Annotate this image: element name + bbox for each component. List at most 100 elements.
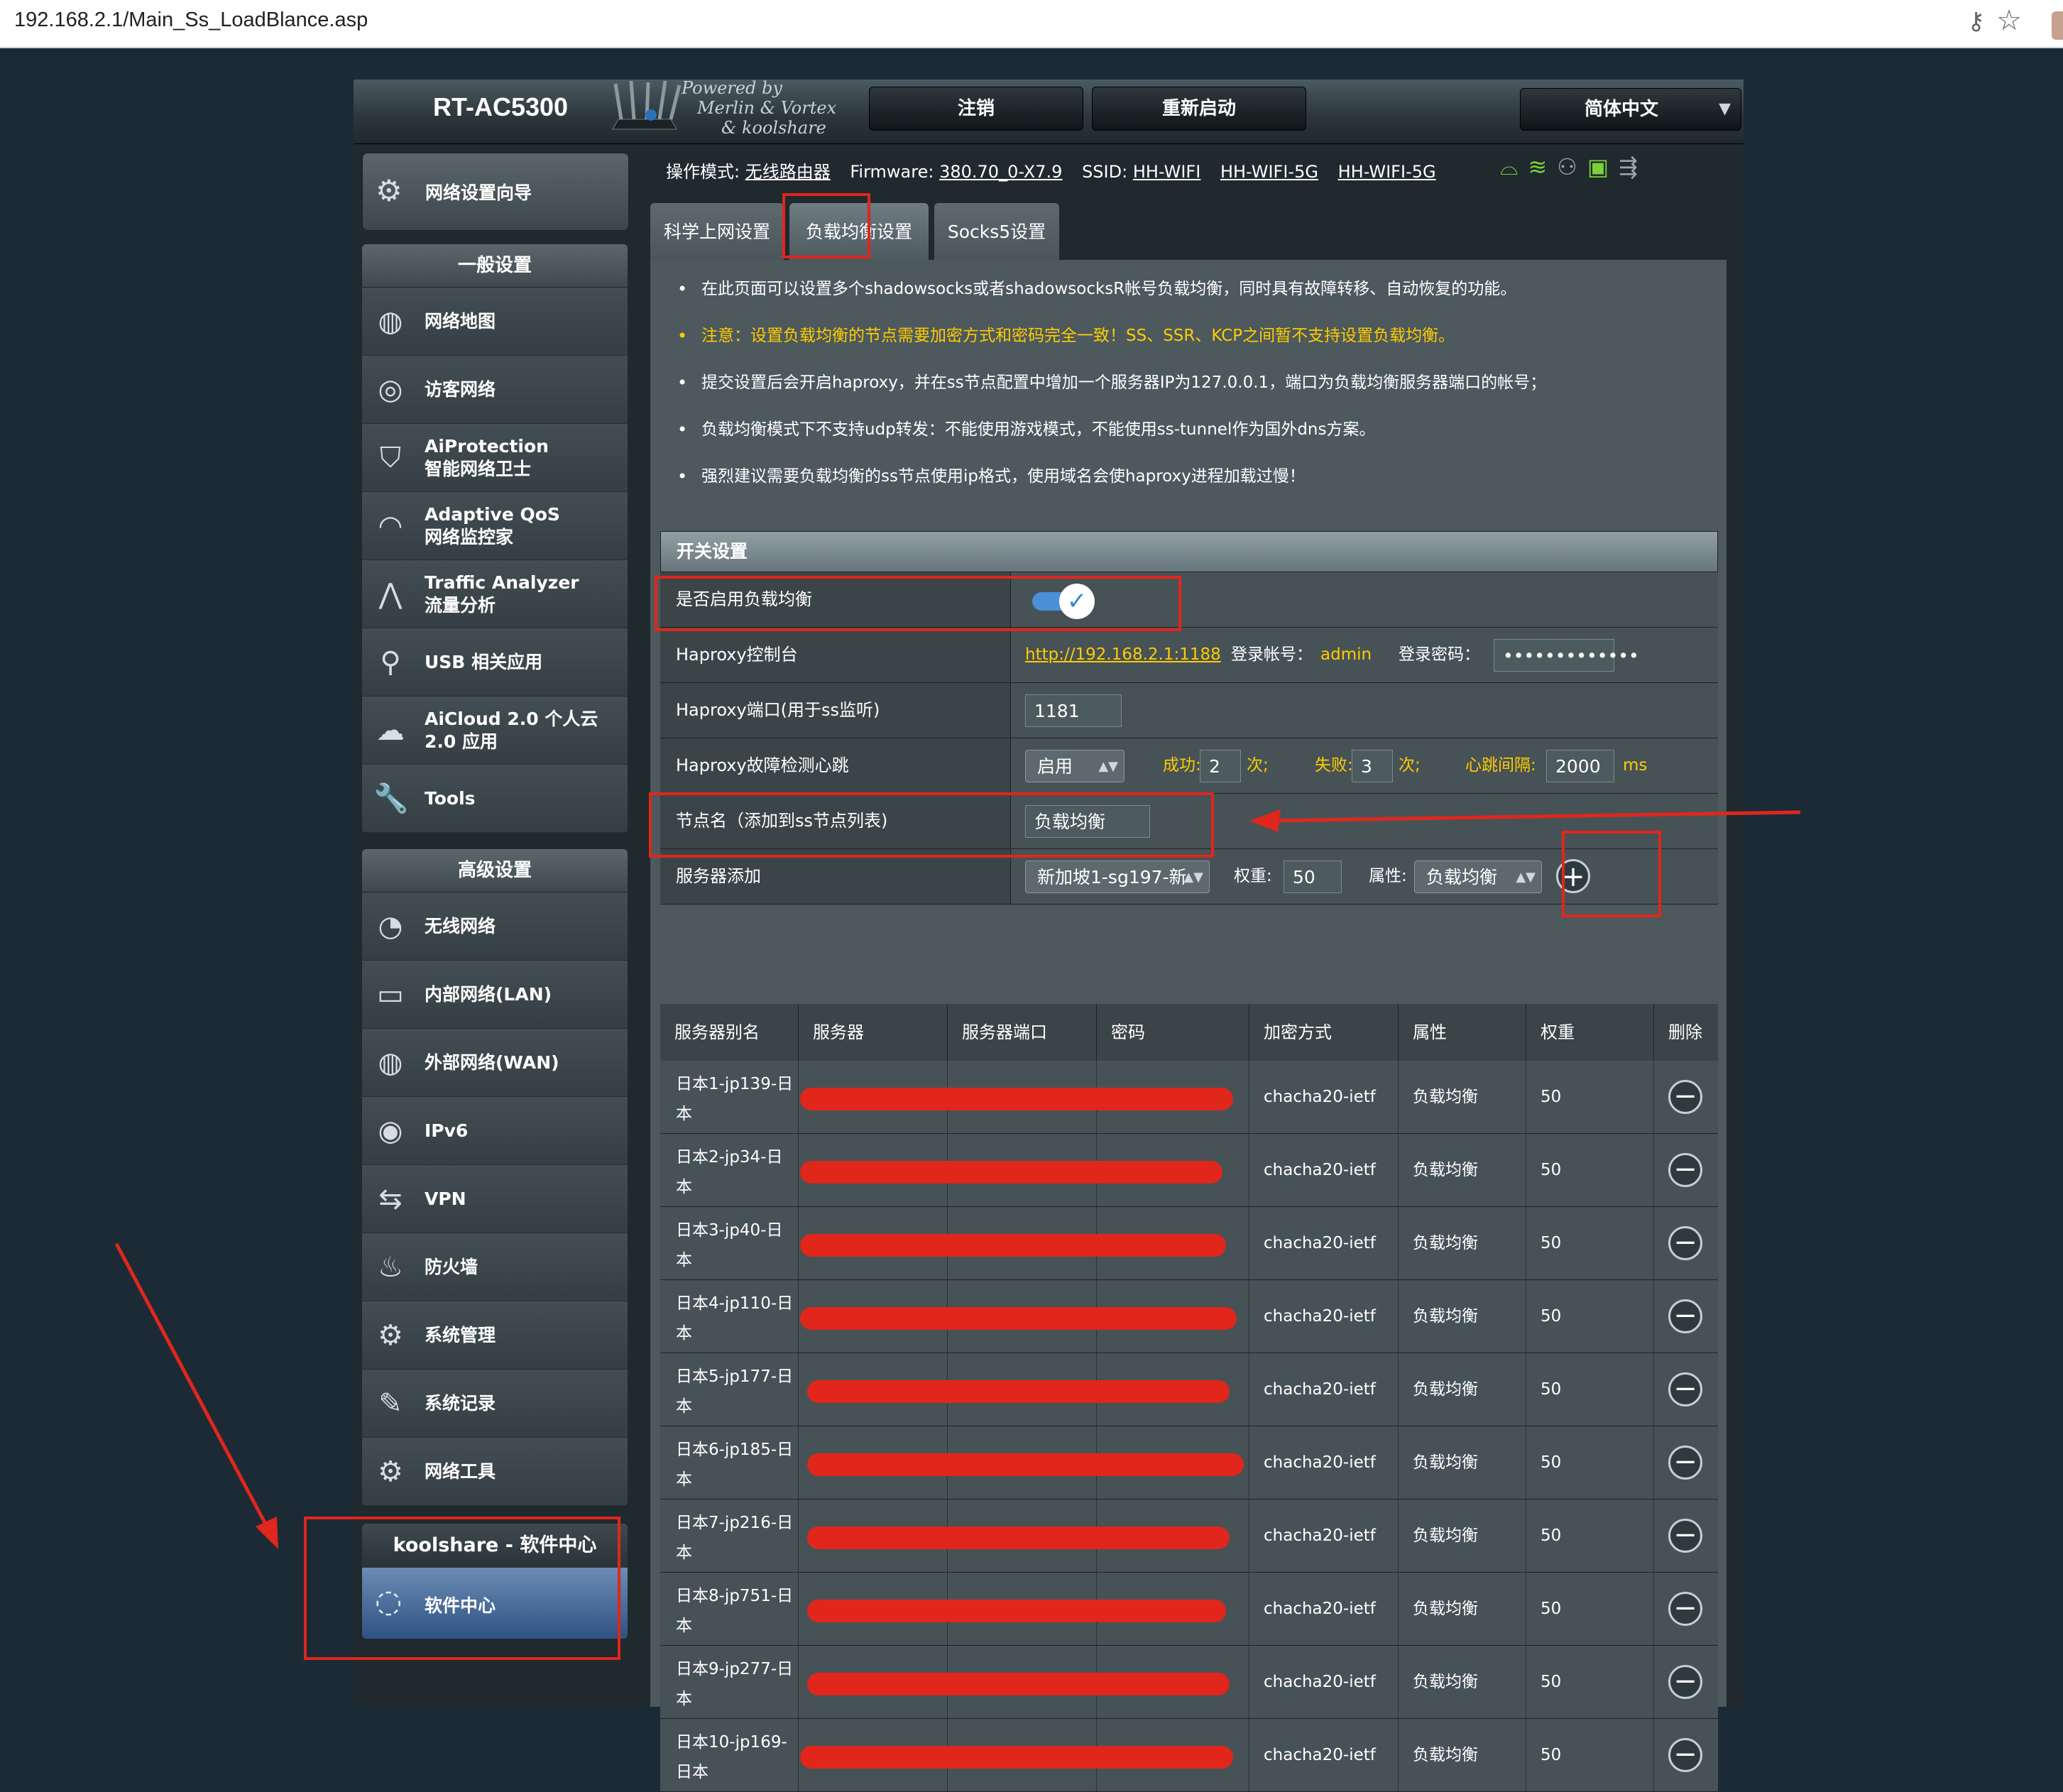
sidebar-item-tools[interactable]: 🔧 Tools (362, 765, 628, 833)
key-icon[interactable]: ⚷ (1967, 7, 1985, 35)
port-input[interactable]: 1181 (1025, 694, 1122, 727)
vpn-icon: ⇆ (378, 1183, 403, 1215)
language-select[interactable]: 简体中文 ▼ (1520, 88, 1741, 131)
tab-socks5[interactable]: Socks5设置 (934, 203, 1059, 260)
sidebar-item-label: 网络地图 (425, 310, 496, 332)
sidebar-item-network-tools[interactable]: ⚙ 网络工具 (362, 1438, 628, 1506)
logout-button[interactable]: 注销 (869, 87, 1083, 131)
add-server-button[interactable]: + (1556, 859, 1590, 893)
sidebar-item-adaptive-qos[interactable]: ◠ Adaptive QoS 网络监控家 (362, 492, 628, 560)
method-cell: chacha20-ietf (1249, 1353, 1399, 1426)
delete-server-button[interactable]: − (1668, 1299, 1702, 1333)
sidebar-item-aiprotection[interactable]: ⛉ AiProtection 智能网络卫士 (362, 424, 628, 492)
ssid-link[interactable]: HH-WIFI-5G (1338, 162, 1436, 182)
note-warning: 注意：设置负载均衡的节点需要加密方式和密码完全一致！SS、SSR、KCP之间暂不… (676, 324, 1712, 371)
tab-load-balance[interactable]: 负载均衡设置 (789, 203, 929, 260)
tab-proxy-settings[interactable]: 科学上网设置 (650, 203, 784, 260)
mode-link[interactable]: 无线路由器 (745, 162, 831, 182)
sidebar-item-usb[interactable]: ⚲ USB 相关应用 (362, 628, 628, 696)
sidebar-item-administration[interactable]: ⚙ 系统管理 (362, 1301, 628, 1370)
server-table-body: 日本1-jp139-日本 chacha20-ietf 负载均衡 50− 日本2-jp34… (660, 1061, 1718, 1792)
sidebar-item-system-log[interactable]: ✎ 系统记录 (362, 1370, 628, 1438)
node-name-input[interactable]: 负载均衡 (1025, 805, 1150, 838)
method-cell: chacha20-ietf (1249, 1426, 1399, 1499)
router-page: RT-AC5300 Powered by Merlin & Vortex & k… (304, 78, 1744, 1792)
sidebar-item-label: 外部网络(WAN) (425, 1051, 559, 1073)
sidebar-item-traffic-analyzer[interactable]: ⋀ Traffic Analyzer 流量分析 (362, 560, 628, 628)
sidebar-item-aicloud[interactable]: ☁ AiCloud 2.0 个人云 2.0 应用 (362, 696, 628, 765)
heartbeat-select[interactable]: 启用 ▲▼ (1025, 750, 1124, 782)
select-arrows-icon: ▲▼ (1516, 870, 1536, 885)
gear-person-icon: ⚙ (378, 1319, 403, 1352)
devices-icon[interactable]: ▣ (1587, 153, 1619, 180)
port-row: Haproxy端口(用于ss监听) 1181 (660, 683, 1718, 738)
interval-input[interactable]: 2000 (1546, 750, 1614, 782)
console-link[interactable]: http://192.168.2.1:1188 (1025, 628, 1221, 682)
enable-toggle[interactable]: ✓ (1032, 584, 1096, 619)
url-text[interactable]: 192.168.2.1/Main_Ss_LoadBlance.asp (14, 9, 368, 32)
cloud-icon: ☁ (376, 714, 405, 747)
clients-icon[interactable]: ⚇ (1557, 153, 1587, 180)
password-label: 登录密码： (1399, 645, 1480, 664)
weight-input[interactable]: 50 (1284, 861, 1342, 893)
method-cell: chacha20-ietf (1249, 1719, 1399, 1791)
attr-cell: 负载均衡 (1399, 1573, 1526, 1645)
ssid-link[interactable]: HH-WIFI-5G (1220, 162, 1318, 182)
sidebar-item-software-center[interactable]: ◌ 软件中心 (362, 1568, 628, 1639)
wifi-icon[interactable]: ≋ (1528, 153, 1557, 180)
ssid-link[interactable]: HH-WIFI (1133, 162, 1200, 182)
delete-server-button[interactable]: − (1668, 1446, 1702, 1480)
delete-server-button[interactable]: − (1668, 1592, 1702, 1626)
delete-server-button[interactable]: − (1668, 1372, 1702, 1406)
select-arrows-icon: ▲▼ (1183, 870, 1203, 885)
fail-label: 失败: (1315, 756, 1353, 775)
minus-icon: − (1673, 1738, 1697, 1771)
gamepad-icon[interactable]: ⌓ (1500, 153, 1528, 180)
success-input[interactable]: 2 (1200, 750, 1241, 782)
delete-server-button[interactable]: − (1668, 1226, 1702, 1260)
server-alias-cell: 日本5-jp177-日本 (660, 1353, 799, 1426)
sidebar-item-lan[interactable]: ▭ 内部网络(LAN) (362, 961, 628, 1029)
sidebar-item-wireless[interactable]: ◔ 无线网络 (362, 892, 628, 961)
firmware-link[interactable]: 380.70_0-X7.9 (939, 162, 1062, 182)
server-alias-cell: 日本6-jp185-日本 (660, 1426, 799, 1499)
sidebar-advanced-title: 高级设置 (362, 849, 628, 892)
sidebar-item-network-map[interactable]: ◍ 网络地图 (362, 288, 628, 356)
sidebar-item-guest-network[interactable]: ◎ 访客网络 (362, 356, 628, 424)
attr-select[interactable]: 负载均衡 ▲▼ (1414, 861, 1542, 893)
delete-server-button[interactable]: − (1668, 1080, 1702, 1114)
network-wizard-button[interactable]: ⚙ 网络设置向导 (362, 153, 629, 231)
attr-cell: 负载均衡 (1399, 1061, 1526, 1133)
switch-settings-table: 开关设置 是否启用负载均衡 ✓ Haproxy控制台 http://192.16… (660, 531, 1718, 905)
heartbeat-row: Haproxy故障检测心跳 启用 ▲▼ 成功: 2 次; 失败: 3 次; 心跳… (660, 738, 1718, 794)
usb-status-icon[interactable]: ⇶ (1619, 153, 1648, 180)
fail-unit: 次; (1399, 756, 1421, 775)
delete-server-button[interactable]: − (1668, 1738, 1702, 1772)
server-alias-cell: 日本4-jp110-日本 (660, 1280, 799, 1353)
password-field[interactable]: ••••••••••••• (1494, 639, 1639, 672)
sidebar-item-vpn[interactable]: ⇆ VPN (362, 1165, 628, 1233)
table-row: 日本4-jp110-日本 chacha20-ietf 负载均衡 50− (660, 1280, 1718, 1353)
fail-input[interactable]: 3 (1352, 750, 1393, 782)
col-header-method: 加密方式 (1249, 1004, 1399, 1061)
attr-cell: 负载均衡 (1399, 1280, 1526, 1353)
sidebar-item-ipv6[interactable]: ◉ IPv6 (362, 1097, 628, 1165)
delete-server-button[interactable]: − (1668, 1153, 1702, 1187)
sidebar-item-wan[interactable]: ◍ 外部网络(WAN) (362, 1029, 628, 1097)
star-icon[interactable]: ☆ (1996, 4, 2022, 37)
table-row: 日本7-jp216-日本 chacha20-ietf 负载均衡 50− (660, 1499, 1718, 1573)
sidebar-item-label: IPv6 (425, 1120, 469, 1141)
method-cell: chacha20-ietf (1249, 1207, 1399, 1279)
redaction-mark (800, 1234, 1226, 1257)
attr-select-value: 负载均衡 (1426, 867, 1498, 887)
redaction-mark (807, 1600, 1226, 1622)
reboot-button[interactable]: 重新启动 (1092, 87, 1306, 131)
delete-server-button[interactable]: − (1668, 1665, 1702, 1699)
chevron-down-icon: ▼ (1719, 100, 1731, 118)
sidebar-general: 一般设置 ◍ 网络地图 ◎ 访客网络 ⛉ AiProtection 智能网络卫士 … (362, 244, 628, 833)
plus-icon: + (1561, 861, 1585, 893)
interval-label: 心跳间隔: (1465, 756, 1536, 775)
sidebar-item-firewall[interactable]: ♨ 防火墙 (362, 1233, 628, 1301)
delete-server-button[interactable]: − (1668, 1519, 1702, 1553)
server-select[interactable]: 新加坡1-sg197-新 ▲▼ (1025, 861, 1210, 893)
